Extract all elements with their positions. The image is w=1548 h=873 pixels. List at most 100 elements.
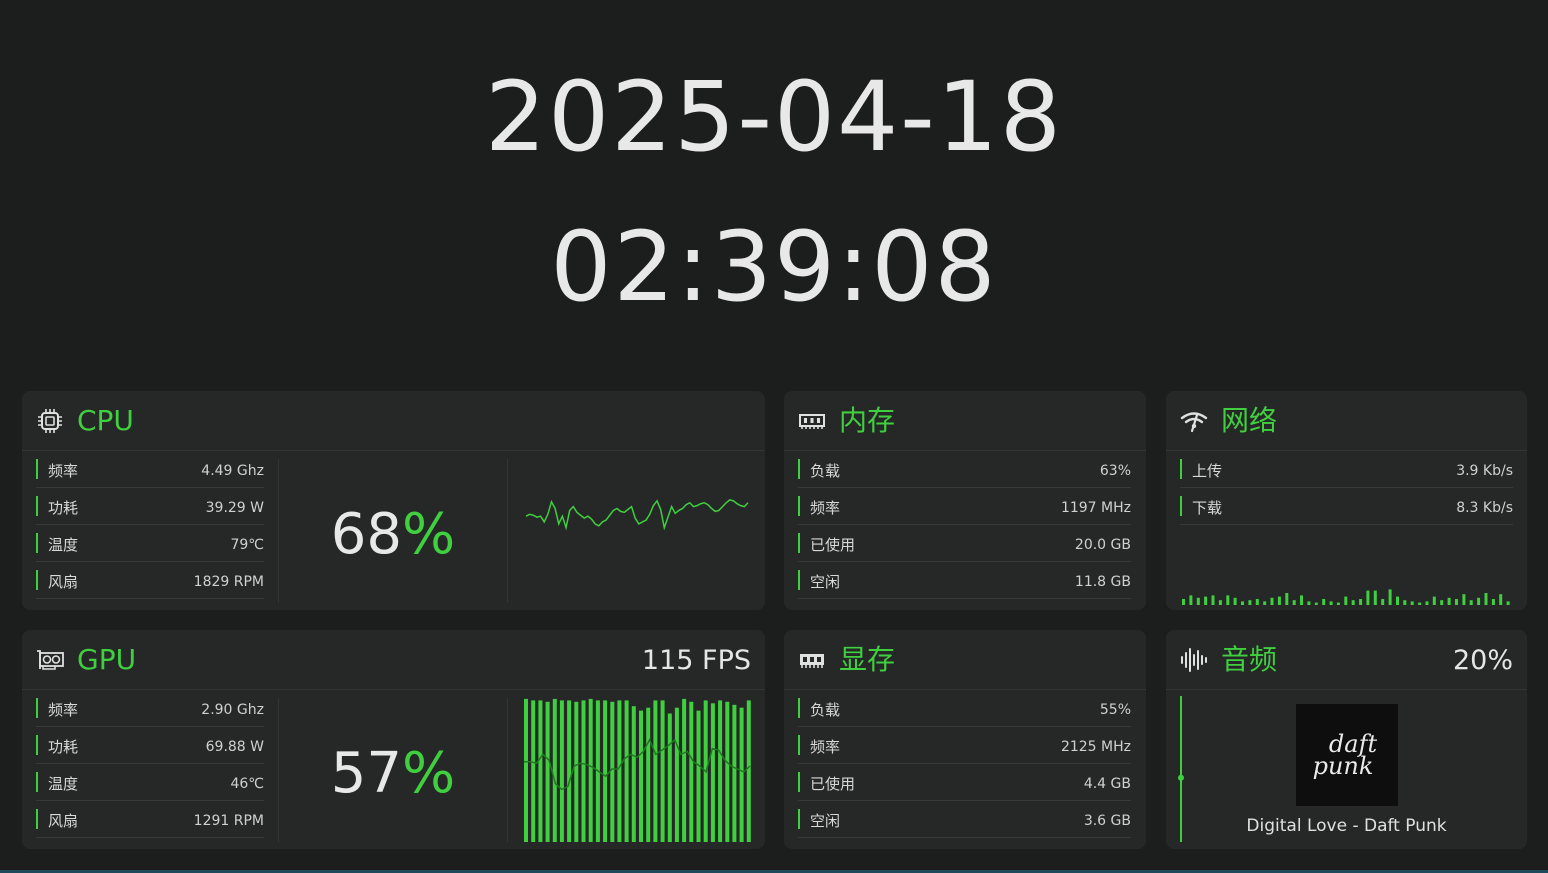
stat-value: 1197 MHz	[1060, 500, 1131, 516]
network-traffic-bar	[1344, 596, 1348, 605]
stat-label: 频率	[48, 701, 79, 719]
stat-value: 39.29 W	[205, 500, 264, 516]
stat-label: 下载	[1192, 499, 1223, 517]
stat-value: 69.88 W	[205, 739, 264, 755]
network-traffic-bar	[1211, 595, 1215, 605]
stat-label: 温度	[48, 775, 79, 793]
gpu-usage-bar	[746, 700, 751, 842]
cpu-card-header: CPU	[22, 391, 765, 451]
network-traffic-bar	[1491, 599, 1495, 605]
gpu-usage-bar	[559, 700, 564, 842]
audio-wave-icon	[1181, 648, 1207, 672]
network-traffic-bar	[1189, 595, 1193, 605]
memory-stats: 负载 63% 频率 1197 MHz 已使用 20.0 GB 空闲 11.8 GB	[798, 451, 1131, 599]
network-traffic-graph	[1182, 589, 1510, 605]
network-traffic-bar	[1425, 601, 1429, 605]
stat-value: 3.6 GB	[1083, 813, 1131, 829]
network-traffic-bar	[1403, 600, 1407, 605]
cpu-load-number: 68	[330, 502, 403, 567]
network-traffic-bar	[1506, 601, 1510, 605]
network-traffic-bar	[1285, 593, 1289, 605]
cpu-usage-graph	[525, 499, 749, 531]
cpu-stat-row: 风扇 1829 RPM	[36, 562, 264, 599]
stat-label: 上传	[1192, 462, 1223, 480]
stat-label: 负载	[810, 462, 841, 480]
divider	[507, 698, 508, 842]
network-traffic-bar	[1484, 593, 1488, 605]
gpu-stats: 频率 2.90 Ghz 功耗 69.88 W 温度 46℃ 风扇 1291 RPM	[36, 690, 264, 838]
network-traffic-bar	[1440, 600, 1444, 605]
gpu-usage-bar	[674, 707, 679, 842]
volume-knob[interactable]	[1178, 774, 1184, 781]
network-traffic-bar	[1314, 602, 1318, 605]
vram-stat-row: 负载 55%	[798, 690, 1131, 727]
network-traffic-bar	[1263, 601, 1267, 605]
network-traffic-bar	[1322, 599, 1326, 605]
ram-icon	[799, 414, 825, 429]
gpu-usage-bar	[624, 700, 629, 842]
gpu-usage-bar	[718, 700, 723, 842]
gpu-title: GPU	[77, 643, 137, 676]
vram-stat-row: 已使用 4.4 GB	[798, 764, 1131, 801]
stat-value: 4.49 Ghz	[201, 463, 264, 479]
gpu-usage-bar	[545, 701, 550, 842]
gpu-usage-bar	[639, 710, 643, 842]
memory-card-header: 内存	[784, 391, 1146, 451]
stat-value: 1829 RPM	[193, 574, 264, 590]
gpu-card-header: GPU 115 FPS	[22, 630, 765, 690]
vram-card-header: 显存	[784, 630, 1146, 690]
memory-stat-row: 空闲 11.8 GB	[798, 562, 1131, 599]
network-traffic-bar	[1329, 601, 1333, 605]
gpu-fps: 115 FPS	[641, 645, 751, 676]
memory-stat-row: 已使用 20.0 GB	[798, 525, 1131, 562]
cpu-title: CPU	[77, 404, 134, 437]
network-traffic-bar	[1373, 590, 1377, 605]
network-traffic-bar	[1218, 600, 1222, 605]
gpu-stat-row: 风扇 1291 RPM	[36, 801, 264, 838]
stat-value: 3.9 Kb/s	[1456, 463, 1513, 479]
stat-value: 63%	[1099, 463, 1131, 479]
memory-stat-row: 频率 1197 MHz	[798, 488, 1131, 525]
network-traffic-bar	[1477, 597, 1481, 605]
album-art-text: punk	[1312, 752, 1374, 780]
stat-label: 风扇	[48, 573, 79, 591]
vram-chip-icon	[800, 654, 824, 668]
gpu-usage-bar	[524, 698, 528, 842]
gpu-usage-bar	[610, 701, 615, 842]
network-traffic-bar	[1248, 600, 1252, 605]
gpu-usage-bar	[581, 700, 586, 842]
vram-title: 显存	[839, 643, 896, 676]
network-traffic-bar	[1432, 596, 1436, 605]
network-stat-row: 上传 3.9 Kb/s	[1180, 451, 1513, 488]
gpu-usage-bar	[603, 700, 608, 842]
network-traffic-bar	[1469, 600, 1473, 605]
cpu-history-line	[525, 499, 749, 531]
stat-label: 频率	[810, 738, 841, 756]
gpu-usage-bar	[588, 698, 593, 842]
stat-label: 已使用	[810, 536, 856, 554]
stat-label: 空闲	[810, 573, 841, 591]
stat-label: 已使用	[810, 775, 856, 793]
memory-title: 内存	[839, 404, 896, 437]
stat-value: 2.90 Ghz	[201, 702, 264, 718]
stat-value: 8.3 Kb/s	[1456, 500, 1513, 516]
network-traffic-bar	[1241, 601, 1244, 605]
vram-stat-row: 频率 2125 MHz	[798, 727, 1131, 764]
stat-value: 4.4 GB	[1083, 776, 1131, 792]
memory-stat-row: 负载 63%	[798, 451, 1131, 488]
divider	[507, 459, 508, 603]
gpu-usage-bar	[646, 707, 651, 842]
vram-stats: 负载 55% 频率 2125 MHz 已使用 4.4 GB 空闲 3.6 GB	[798, 690, 1131, 838]
network-traffic-bar	[1462, 594, 1466, 605]
cpu-load-unit: %	[402, 502, 456, 567]
stat-value: 11.8 GB	[1074, 574, 1131, 590]
gpu-usage-bar	[653, 700, 658, 842]
network-traffic-bar	[1182, 599, 1185, 605]
gpu-usage-bar	[631, 706, 636, 842]
audio-card-header: 音频 20%	[1166, 630, 1527, 690]
network-stats: 上传 3.9 Kb/s 下载 8.3 Kb/s	[1180, 451, 1513, 525]
network-traffic-bar	[1204, 596, 1208, 605]
stat-value: 2125 MHz	[1060, 739, 1131, 755]
network-traffic-bar	[1359, 599, 1363, 605]
stat-value: 20.0 GB	[1074, 537, 1131, 553]
